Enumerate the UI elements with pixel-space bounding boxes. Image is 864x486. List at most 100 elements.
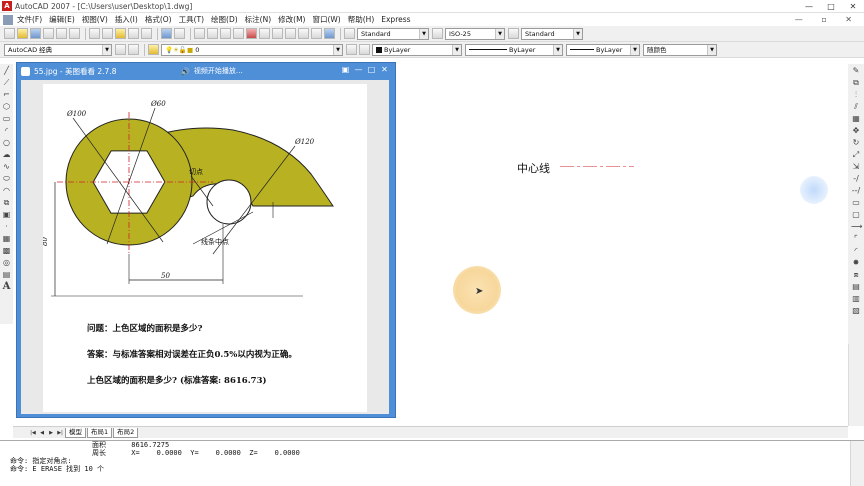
document-window-controls[interactable]: — ▫ ✕ bbox=[795, 13, 860, 26]
table-style-icon[interactable] bbox=[508, 28, 519, 39]
ellipse-icon[interactable]: ⬭ bbox=[2, 174, 12, 184]
break-icon[interactable]: ▢ bbox=[851, 210, 861, 220]
prev-tab-button[interactable]: ◀ bbox=[38, 429, 46, 437]
multiline-text-icon[interactable]: A bbox=[2, 282, 12, 292]
menu-edit[interactable]: 编辑(E) bbox=[49, 14, 75, 25]
menu-modify[interactable]: 修改(M) bbox=[278, 14, 305, 25]
command-scrollbar[interactable] bbox=[850, 441, 864, 486]
break-at-point-icon[interactable]: ▭ bbox=[851, 198, 861, 208]
point-icon[interactable]: · bbox=[2, 222, 12, 232]
insert-block-icon[interactable]: ⧉ bbox=[2, 198, 12, 208]
arc-icon[interactable]: ◜ bbox=[2, 126, 12, 136]
next-tab-button[interactable]: ▶ bbox=[47, 429, 55, 437]
menu-tools[interactable]: 工具(T) bbox=[179, 14, 204, 25]
viewer-maximize-button[interactable]: □ bbox=[365, 65, 378, 74]
print-preview-icon[interactable] bbox=[56, 28, 67, 39]
color-select[interactable]: ByLayer ▼ bbox=[372, 43, 462, 56]
linetype-select[interactable]: ByLayer ▼ bbox=[465, 43, 563, 56]
save-icon[interactable] bbox=[30, 28, 41, 39]
tab-layout1[interactable]: 布局1 bbox=[87, 427, 113, 438]
command-line[interactable]: 面积 8616.7275 周长 X= 0.0000 Y= 0.0000 Z= 0… bbox=[0, 440, 864, 486]
image-viewer-window[interactable]: 55.jpg - 美图看看 2.7.8 🔊 视频开始播放… ▣ — □ ✕ Ø1… bbox=[16, 62, 396, 418]
text-style-select[interactable]: Standard ▼ bbox=[357, 27, 429, 40]
menu-help[interactable]: 帮助(H) bbox=[348, 14, 375, 25]
spline-icon[interactable]: ∿ bbox=[2, 162, 12, 172]
layer-previous-icon[interactable] bbox=[359, 44, 370, 55]
dim-style-select[interactable]: ISO-25 ▼ bbox=[445, 27, 505, 40]
viewer-close-button[interactable]: ✕ bbox=[378, 65, 391, 74]
polygon-icon[interactable]: ⬡ bbox=[2, 102, 12, 112]
quickcalc-icon[interactable] bbox=[311, 28, 322, 39]
copy-object-icon[interactable]: ⧉ bbox=[851, 78, 861, 88]
undo-icon[interactable] bbox=[161, 28, 172, 39]
copy-icon[interactable] bbox=[102, 28, 113, 39]
layer-manager-icon[interactable] bbox=[148, 44, 159, 55]
viewer-pin-button[interactable]: ▣ bbox=[339, 65, 352, 74]
last-tab-button[interactable]: ▶| bbox=[56, 429, 64, 437]
tab-layout2[interactable]: 布局2 bbox=[113, 427, 139, 438]
layer-properties-icon[interactable]: ▥ bbox=[851, 294, 861, 304]
menu-format[interactable]: 格式(O) bbox=[145, 14, 172, 25]
table-icon[interactable]: ▤ bbox=[2, 270, 12, 280]
workspace-save-icon[interactable] bbox=[128, 44, 139, 55]
move-icon[interactable]: ✥ bbox=[851, 126, 861, 136]
redo-icon[interactable] bbox=[174, 28, 185, 39]
paste-icon[interactable] bbox=[115, 28, 126, 39]
workspace-settings-icon[interactable] bbox=[115, 44, 126, 55]
trim-icon[interactable]: -/ bbox=[851, 174, 861, 184]
document-icon[interactable] bbox=[3, 14, 13, 25]
properties-icon[interactable] bbox=[246, 28, 257, 39]
table-style-select[interactable]: Standard ▼ bbox=[521, 27, 583, 40]
menu-file[interactable]: 文件(F) bbox=[17, 14, 42, 25]
plotstyle-select[interactable]: 随颜色 ▼ bbox=[643, 43, 717, 56]
region-icon[interactable]: ◎ bbox=[2, 258, 12, 268]
text-style-icon[interactable] bbox=[344, 28, 355, 39]
object-properties-icon[interactable]: ▤ bbox=[851, 282, 861, 292]
cut-icon[interactable] bbox=[89, 28, 100, 39]
publish-icon[interactable] bbox=[69, 28, 80, 39]
maximize-button[interactable]: □ bbox=[820, 0, 842, 13]
zoom-previous-icon[interactable] bbox=[233, 28, 244, 39]
minimize-button[interactable]: — bbox=[798, 0, 820, 13]
block-editor-icon[interactable] bbox=[141, 28, 152, 39]
dim-style-icon[interactable] bbox=[432, 28, 443, 39]
workspace-select[interactable]: AutoCAD 经典 ▼ bbox=[4, 43, 112, 56]
print-icon[interactable] bbox=[43, 28, 54, 39]
join-icon[interactable]: ⟶ bbox=[851, 222, 862, 232]
sheet-set-icon[interactable] bbox=[285, 28, 296, 39]
vertical-scrollbar[interactable] bbox=[848, 344, 864, 426]
block-attributes-icon[interactable]: ▧ bbox=[851, 306, 861, 316]
viewer-minimize-button[interactable]: — bbox=[352, 65, 365, 74]
menu-view[interactable]: 视图(V) bbox=[82, 14, 108, 25]
rectangle-icon[interactable]: ▭ bbox=[2, 114, 12, 124]
close-button[interactable]: ✕ bbox=[842, 0, 864, 13]
gradient-icon[interactable]: ▩ bbox=[2, 246, 12, 256]
menu-insert[interactable]: 插入(I) bbox=[115, 14, 138, 25]
construction-line-icon[interactable]: ⟋ bbox=[2, 78, 12, 88]
make-block-icon[interactable]: ▣ bbox=[2, 210, 12, 220]
design-center-icon[interactable] bbox=[259, 28, 270, 39]
menu-draw[interactable]: 绘图(D) bbox=[211, 14, 238, 25]
layer-select[interactable]: 💡☀🔓■ 0 ▼ bbox=[161, 43, 343, 56]
rotate-icon[interactable]: ↻ bbox=[851, 138, 861, 148]
fillet-icon[interactable]: ◜ bbox=[851, 246, 861, 256]
open-icon[interactable] bbox=[17, 28, 28, 39]
chamfer-icon[interactable]: ⌜ bbox=[851, 234, 861, 244]
pan-icon[interactable] bbox=[194, 28, 205, 39]
ellipse-arc-icon[interactable]: ◠ bbox=[2, 186, 12, 196]
polyline-icon[interactable]: ⌐ bbox=[2, 90, 12, 100]
menu-express[interactable]: Express bbox=[381, 15, 410, 24]
line-icon[interactable]: ╱ bbox=[2, 66, 12, 76]
erase-icon[interactable]: ✎ bbox=[851, 66, 861, 76]
offset-icon[interactable]: ⫽ bbox=[851, 102, 861, 112]
explode-icon[interactable]: ✸ bbox=[851, 258, 861, 268]
scale-icon[interactable]: ⤢ bbox=[851, 150, 861, 160]
tab-model[interactable]: 模型 bbox=[65, 427, 86, 438]
mirror-icon[interactable]: ⫶ bbox=[851, 90, 861, 100]
zoom-window-icon[interactable] bbox=[220, 28, 231, 39]
make-current-layer-icon[interactable] bbox=[346, 44, 357, 55]
menu-dimension[interactable]: 标注(N) bbox=[245, 14, 271, 25]
hatch-icon[interactable]: ▦ bbox=[2, 234, 12, 244]
markup-icon[interactable] bbox=[298, 28, 309, 39]
lineweight-select[interactable]: ByLayer ▼ bbox=[566, 43, 640, 56]
